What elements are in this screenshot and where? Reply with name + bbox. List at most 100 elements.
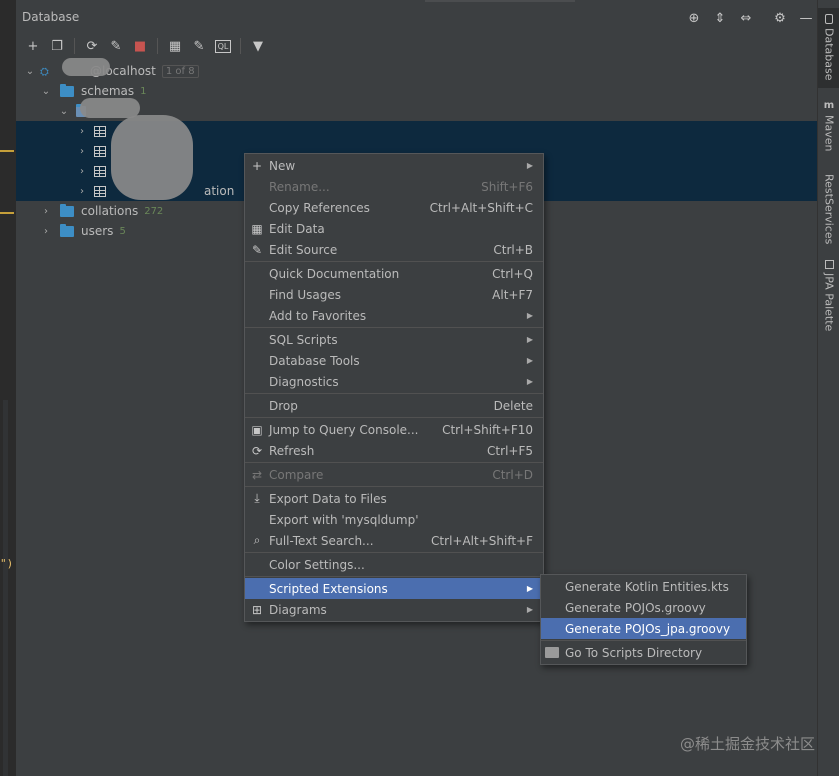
chevron-down-icon[interactable]: ⌄ (40, 85, 52, 97)
editor-gutter: ") (0, 0, 16, 776)
menu-item-edit-data[interactable]: ▦ Edit Data (245, 218, 543, 239)
submenu-item-label: Generate Kotlin Entities.kts (565, 579, 729, 594)
menu-item-label: Diagrams (269, 602, 327, 617)
menu-item-sql-scripts[interactable]: SQL Scripts ▶ (245, 329, 543, 350)
chevron-right-icon[interactable]: › (76, 125, 88, 137)
tree-label: schemas (81, 84, 135, 98)
menu-item-label: New (269, 158, 296, 173)
gear-icon[interactable]: ⚙ (769, 8, 791, 28)
menu-item-shortcut: Alt+F7 (492, 287, 533, 302)
target-icon[interactable]: ⊕ (683, 8, 705, 28)
menu-separator (245, 552, 543, 553)
menu-item-label: SQL Scripts (269, 332, 338, 347)
menu-item-label: Diagnostics (269, 374, 339, 389)
schema-edit-icon[interactable]: ✎ (105, 35, 127, 57)
menu-item-label: Database Tools (269, 353, 360, 368)
chevron-right-icon[interactable]: › (76, 145, 88, 157)
duplicate-icon[interactable]: ❐ (46, 35, 68, 57)
tab-database[interactable]: Database (818, 8, 839, 88)
menu-item-new[interactable]: + New ▶ (245, 155, 543, 176)
submenu-item-generate-pojos-jpa-groovy[interactable]: Generate POJOs_jpa.groovy (541, 618, 746, 639)
submenu-item-generate-kotlin-entities-kts[interactable]: Generate Kotlin Entities.kts (541, 576, 746, 597)
menu-item-drop[interactable]: Drop Delete (245, 395, 543, 416)
tree-row-connection[interactable]: ⌄ ⛭ @localhost 1 of 8 (16, 61, 817, 81)
menu-separator (245, 576, 543, 577)
menu-item-add-to-favorites[interactable]: Add to Favorites ▶ (245, 305, 543, 326)
menu-separator (245, 393, 543, 394)
menu-item-refresh[interactable]: ⟳ Refresh Ctrl+F5 (245, 440, 543, 461)
menu-separator (245, 462, 543, 463)
tree-row-schemas[interactable]: ⌄ schemas 1 (16, 81, 817, 101)
menu-item-find-usages[interactable]: Find Usages Alt+F7 (245, 284, 543, 305)
query-console-icon[interactable]: QL (215, 39, 231, 53)
chevron-right-icon[interactable]: › (40, 225, 52, 237)
tree-label: ation (204, 184, 235, 198)
diagram-icon: ⊞ (251, 602, 263, 617)
connection-icon: ⛭ (40, 65, 49, 78)
context-menu: + New ▶ Rename... Shift+F6 Copy References Ctr… (244, 153, 544, 622)
menu-item-shortcut: Ctrl+Shift+F10 (442, 422, 533, 437)
chevron-down-icon[interactable]: ⌄ (24, 65, 36, 77)
tab-restservices[interactable]: RestServices (818, 172, 839, 252)
chevron-right-icon[interactable]: › (76, 165, 88, 177)
folder-icon (545, 647, 559, 658)
menu-item-scripted-extensions[interactable]: Scripted Extensions ▶ (245, 578, 543, 599)
menu-item-export-data-to-files[interactable]: ⤓ Export Data to Files (245, 488, 543, 509)
menu-item-diagnostics[interactable]: Diagnostics ▶ (245, 371, 543, 392)
tree-label: users (81, 224, 114, 238)
minimize-icon[interactable]: — (795, 8, 817, 28)
chevron-down-icon[interactable]: ⌄ (58, 105, 70, 117)
tab-label: Database (822, 28, 836, 81)
compare-icon: ⇄ (251, 467, 263, 482)
toolbar-separator (240, 38, 241, 54)
toolbar-separator (74, 38, 75, 54)
menu-item-shortcut: Ctrl+D (492, 467, 533, 482)
menu-item-label: Edit Source (269, 242, 338, 257)
chevron-right-icon[interactable]: › (76, 185, 88, 197)
submenu-arrow-icon: ▶ (526, 377, 533, 386)
tree-label: collations (81, 204, 139, 218)
collapse-all-icon[interactable]: ⇔ (735, 8, 757, 28)
database-toolbar: + ❐ ⟳ ✎ ■ ▦ ✎ QL ▼ (16, 34, 817, 58)
tab-jpa-palette[interactable]: JPA Palette (818, 258, 839, 344)
tab-label: JPA Palette (822, 273, 836, 332)
connection-badge: 1 of 8 (161, 64, 199, 78)
submenu-item-go-to-scripts-directory[interactable]: Go To Scripts Directory (541, 642, 746, 663)
chevron-right-icon[interactable]: › (40, 205, 52, 217)
menu-item-label: Refresh (269, 443, 315, 458)
menu-item-compare[interactable]: ⇄ Compare Ctrl+D (245, 464, 543, 485)
submenu-arrow-icon: ▶ (526, 584, 533, 593)
tab-maven[interactable]: m Maven (818, 96, 839, 162)
query-console-icon: ▣ (251, 422, 263, 437)
menu-separator (541, 640, 746, 641)
submenu-arrow-icon: ▶ (526, 161, 533, 170)
refresh-icon[interactable]: ⟳ (81, 35, 103, 57)
menu-item-rename[interactable]: Rename... Shift+F6 (245, 176, 543, 197)
submenu-arrow-icon: ▶ (526, 311, 533, 320)
filter-icon[interactable]: ▼ (247, 35, 269, 57)
table-icon (94, 125, 106, 137)
menu-item-copy-references[interactable]: Copy References Ctrl+Alt+Shift+C (245, 197, 543, 218)
editor-scroll-track[interactable] (3, 400, 8, 776)
edit-icon[interactable]: ✎ (188, 35, 210, 57)
menu-item-full-text-search[interactable]: ⌕ Full-Text Search... Ctrl+Alt+Shift+F (245, 530, 543, 551)
menu-item-jump-to-query-console[interactable]: ▣ Jump to Query Console... Ctrl+Shift+F10 (245, 419, 543, 440)
menu-item-database-tools[interactable]: Database Tools ▶ (245, 350, 543, 371)
count-badge: 1 (140, 85, 147, 97)
menu-item-label: Add to Favorites (269, 308, 367, 323)
menu-item-diagrams[interactable]: ⊞ Diagrams ▶ (245, 599, 543, 620)
submenu-item-generate-pojos-groovy[interactable]: Generate POJOs.groovy (541, 597, 746, 618)
expand-all-icon[interactable]: ⇕ (709, 8, 731, 28)
menu-item-quick-documentation[interactable]: Quick Documentation Ctrl+Q (245, 263, 543, 284)
menu-item-color-settings[interactable]: Color Settings... (245, 554, 543, 575)
refresh-icon: ⟳ (251, 443, 263, 458)
menu-item-label: Jump to Query Console... (269, 422, 419, 437)
menu-item-export-with-mysqldump[interactable]: Export with 'mysqldump' (245, 509, 543, 530)
stop-icon[interactable]: ■ (129, 35, 151, 57)
table-view-icon[interactable]: ▦ (164, 35, 186, 57)
pencil-icon: ✎ (251, 242, 263, 257)
menu-item-edit-source[interactable]: ✎ Edit Source Ctrl+B (245, 239, 543, 260)
add-icon[interactable]: + (22, 35, 44, 57)
palette-icon (824, 260, 834, 269)
menu-item-label: Copy References (269, 200, 370, 215)
